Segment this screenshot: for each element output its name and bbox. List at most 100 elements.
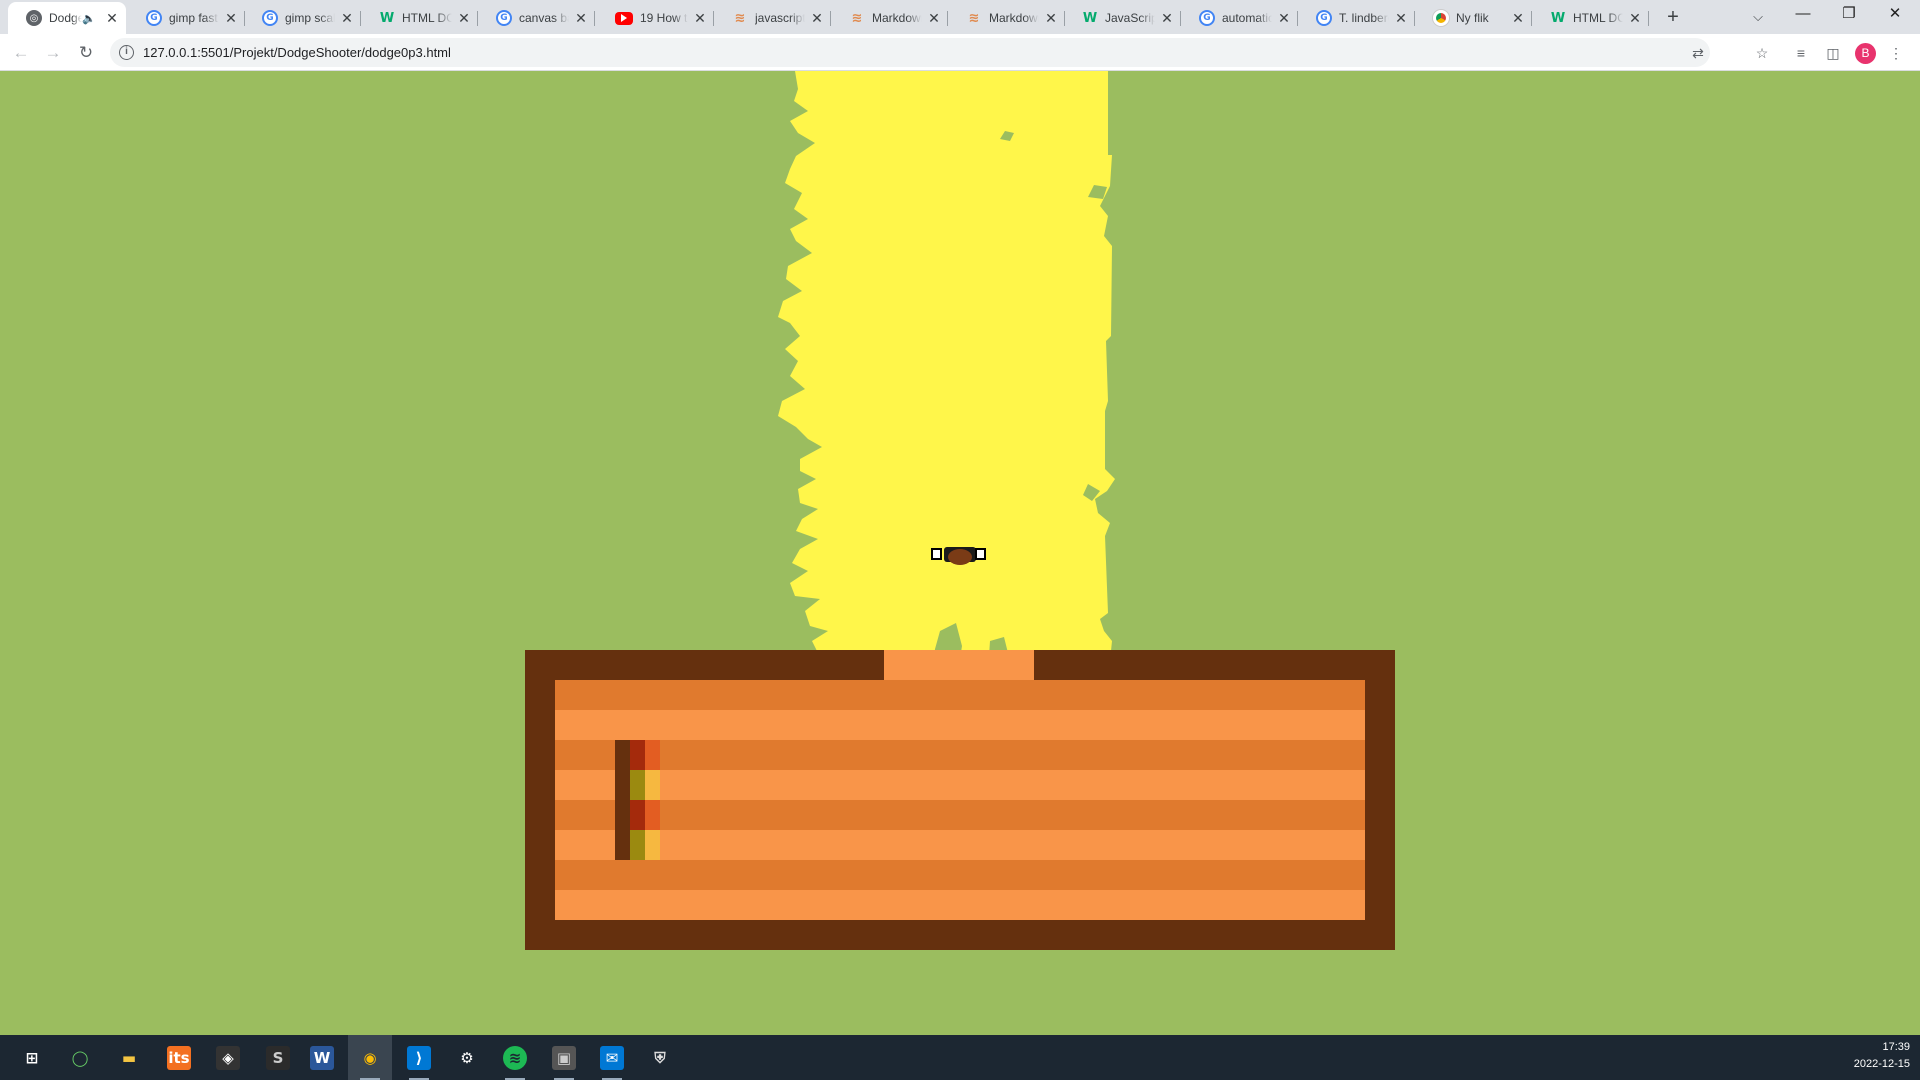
close-tab-icon[interactable]: ✕ — [1393, 10, 1409, 26]
browser-tab[interactable]: W HTML DOM ✕ — [361, 2, 478, 34]
google-icon: G — [1199, 10, 1215, 26]
spotify-icon-glyph: ≋ — [503, 1045, 527, 1070]
hud-stripe — [555, 770, 1365, 800]
browser-tab[interactable]: ≋ javascript ✕ — [714, 2, 831, 34]
tab-title: gimp fast — [169, 11, 218, 25]
tab-strip: ◎DodgeShooter🔈✕Ggimp fast✕Ggimp scale✕WH… — [0, 0, 1920, 34]
hud-notch — [884, 650, 1034, 680]
tab-title: HTML DOM — [402, 11, 452, 25]
hud-stripe — [555, 680, 1365, 710]
close-tab-icon[interactable]: ✕ — [223, 10, 239, 26]
address-bar[interactable]: i 127.0.0.1:5501/Projekt/DodgeShooter/do… — [110, 38, 1710, 67]
browser-toolbar: ← → ↻ i 127.0.0.1:5501/Projekt/DodgeShoo… — [0, 34, 1920, 71]
browser-tab[interactable]: ◎ DodgeShooter🔈 ✕ — [8, 2, 126, 34]
defender-icon[interactable]: ⛨ — [638, 1035, 682, 1080]
clock-time: 17:39 — [1882, 1041, 1910, 1053]
forward-arrow-icon[interactable]: → — [40, 40, 66, 66]
file-explorer-icon[interactable]: ▬ — [107, 1035, 151, 1080]
browser-tab[interactable]: G T. lindberg ✕ — [1298, 2, 1415, 34]
browser-tab[interactable]: 19 How to ✕ — [597, 2, 714, 34]
hud-stripe — [555, 740, 1365, 770]
hud-stripe — [555, 830, 1365, 860]
laser-beam-shape — [778, 71, 1117, 721]
share-icon[interactable] — [1719, 42, 1741, 64]
browser-tab[interactable]: Ggimp scale ✕ — [244, 2, 361, 34]
w3schools-icon: W — [379, 10, 395, 26]
tab-title: Markdown — [989, 11, 1039, 25]
browser-tab[interactable]: Ny flik ✕ — [1415, 2, 1532, 34]
gauge-segment — [630, 770, 645, 800]
kebab-menu-icon[interactable]: ⋮ — [1885, 42, 1907, 64]
system-clock[interactable]: 17:39 2022-12-15 — [1854, 1039, 1910, 1073]
close-window-button[interactable]: ✕ — [1872, 0, 1918, 30]
browser-tab[interactable]: W JavaScript ✕ — [1064, 2, 1181, 34]
browser-tab[interactable]: ≋ Markdown ✕ — [831, 2, 948, 34]
media-app-icon[interactable]: ▣ — [542, 1035, 586, 1080]
mail-icon-glyph: ✉ — [600, 1045, 624, 1070]
tab-title: T. lindberg — [1339, 11, 1389, 25]
close-tab-icon[interactable]: ✕ — [1276, 10, 1292, 26]
player-left-wing — [931, 548, 942, 560]
close-tab-icon[interactable]: ✕ — [1510, 10, 1526, 26]
close-tab-icon[interactable]: ✕ — [809, 10, 825, 26]
url-text[interactable]: 127.0.0.1:5501/Projekt/DodgeShooter/dodg… — [143, 45, 451, 60]
stackoverflow-icon: ≋ — [734, 10, 746, 26]
vscode-icon[interactable]: ⟩ — [397, 1035, 441, 1080]
reading-list-icon[interactable]: ≡ — [1790, 42, 1812, 64]
its-learning-icon[interactable]: its — [157, 1035, 201, 1080]
browser-tab[interactable]: ≋ Markdown ✕ — [948, 2, 1065, 34]
windows-start-icon[interactable]: ⊞ — [10, 1035, 54, 1080]
close-tab-icon[interactable]: ✕ — [1159, 10, 1175, 26]
reload-icon[interactable]: ↻ — [73, 40, 99, 66]
close-tab-icon[interactable]: ✕ — [1627, 10, 1643, 26]
gauge-segment — [630, 800, 645, 830]
close-tab-icon[interactable]: ✕ — [926, 10, 942, 26]
bookmark-star-icon[interactable]: ☆ — [1751, 42, 1773, 64]
browser-tab[interactable]: W HTML DOM ✕ — [1532, 2, 1649, 34]
s-app-icon-glyph: S — [266, 1045, 290, 1070]
translate-icon[interactable]: ⇄ — [1688, 43, 1708, 63]
profile-avatar[interactable]: B — [1855, 43, 1876, 64]
word-icon[interactable]: W — [300, 1035, 344, 1080]
tab-title: JavaScript — [1105, 11, 1155, 25]
close-tab-icon[interactable]: ✕ — [692, 10, 708, 26]
gauge-segment — [630, 830, 645, 860]
close-tab-icon[interactable]: ✕ — [1043, 10, 1059, 26]
browser-tab[interactable]: Ggimp fast ✕ — [128, 2, 245, 34]
close-tab-icon[interactable]: ✕ — [104, 10, 120, 26]
close-tab-icon[interactable]: ✕ — [573, 10, 589, 26]
tab-title: automatic — [1222, 11, 1272, 25]
gauge-segment — [645, 800, 660, 830]
power-gauge — [615, 740, 661, 860]
word-icon-glyph: W — [310, 1045, 334, 1070]
side-panel-icon[interactable]: ◫ — [1822, 42, 1844, 64]
close-tab-icon[interactable]: ✕ — [456, 10, 472, 26]
chrome-icon[interactable]: ◉ — [348, 1035, 392, 1080]
site-info-icon[interactable]: i — [119, 45, 134, 60]
back-arrow-icon[interactable]: ← — [8, 40, 34, 66]
chrome-icon-glyph: ◉ — [363, 1048, 377, 1067]
minimize-button[interactable]: — — [1780, 0, 1826, 30]
close-tab-icon[interactable]: ✕ — [339, 10, 355, 26]
spotify-icon[interactable]: ≋ — [493, 1035, 537, 1080]
shield-app-icon[interactable]: ◈ — [206, 1035, 250, 1080]
steam-icon[interactable]: ⚙ — [445, 1035, 489, 1080]
s-app-icon[interactable]: S — [256, 1035, 300, 1080]
stackoverflow-icon: ≋ — [851, 10, 863, 26]
browser-tab[interactable]: Gcanvas ba ✕ — [478, 2, 595, 34]
shield-app-icon-glyph: ◈ — [216, 1045, 240, 1070]
geogebra-icon[interactable]: ◯ — [58, 1035, 102, 1080]
audio-playing-icon[interactable]: 🔈 — [82, 12, 96, 25]
hud-stripe — [555, 800, 1365, 830]
new-tab-button[interactable]: + — [1662, 7, 1684, 29]
google-icon: G — [496, 10, 512, 26]
file-explorer-icon-glyph: ▬ — [121, 1048, 137, 1067]
tab-title: gimp scale — [285, 11, 335, 25]
mail-icon[interactable]: ✉ — [590, 1035, 634, 1080]
geogebra-icon-glyph: ◯ — [71, 1048, 89, 1067]
google-icon: G — [1316, 10, 1332, 26]
browser-tab[interactable]: Gautomatic ✕ — [1181, 2, 1298, 34]
restore-button[interactable]: ❐ — [1826, 0, 1872, 30]
tab-separator — [594, 11, 595, 26]
tab-search-chevron-icon[interactable]: ⌵ — [1747, 6, 1769, 28]
